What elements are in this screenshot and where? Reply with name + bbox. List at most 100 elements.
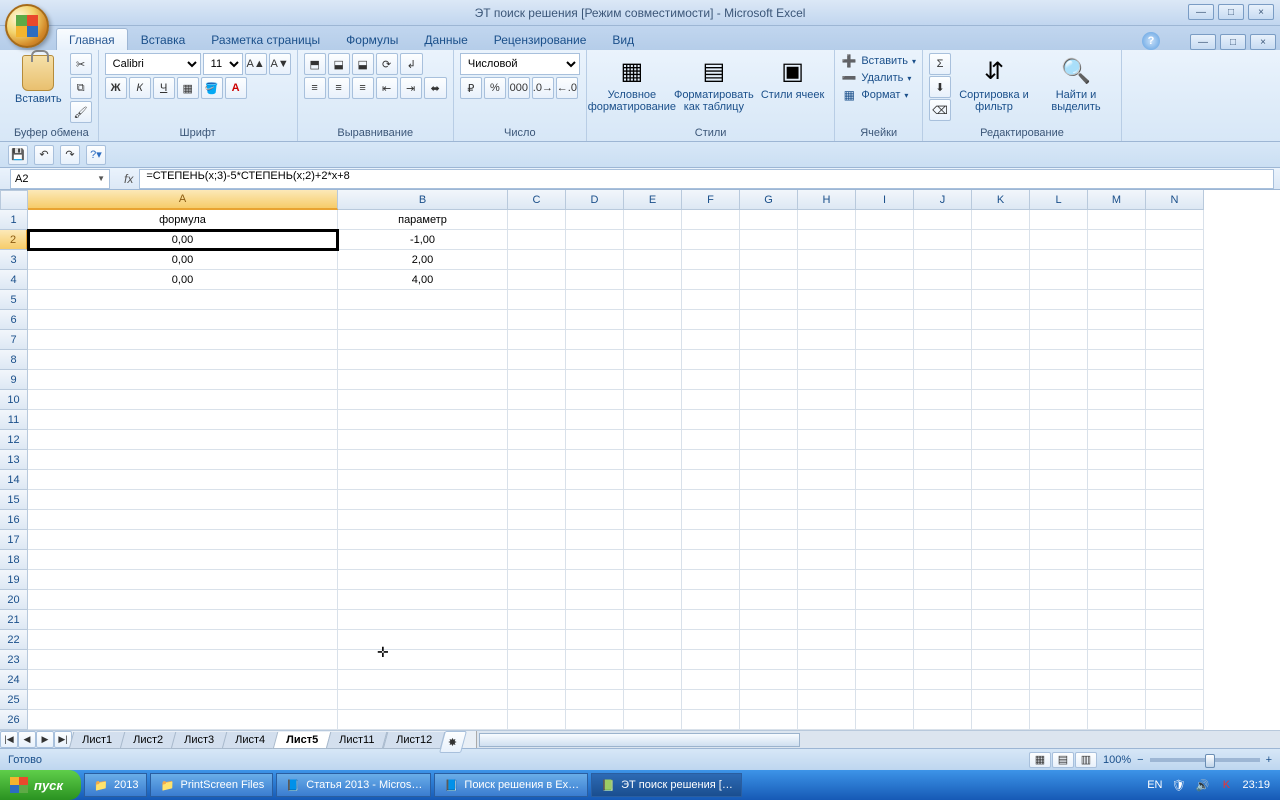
row-header[interactable]: 16 <box>0 510 28 530</box>
cell[interactable] <box>972 690 1030 710</box>
cell[interactable] <box>566 390 624 410</box>
taskbar-item[interactable]: 📘Поиск решения в Ex… <box>434 773 588 797</box>
tray-icon[interactable]: K <box>1218 777 1234 793</box>
cell[interactable] <box>914 570 972 590</box>
row-header[interactable]: 8 <box>0 350 28 370</box>
cell[interactable] <box>338 710 508 730</box>
cell[interactable] <box>682 250 740 270</box>
cell[interactable] <box>1146 430 1204 450</box>
cell[interactable] <box>508 490 566 510</box>
cell[interactable] <box>1088 490 1146 510</box>
cell[interactable] <box>566 690 624 710</box>
cell-styles-button[interactable]: ▣Стили ячеек <box>757 53 828 103</box>
cell[interactable] <box>566 570 624 590</box>
cell[interactable] <box>972 330 1030 350</box>
find-select-button[interactable]: 🔍Найти и выделить <box>1037 53 1115 115</box>
cell[interactable] <box>1088 570 1146 590</box>
cell[interactable] <box>1030 450 1088 470</box>
cell[interactable] <box>682 350 740 370</box>
cell[interactable] <box>682 550 740 570</box>
cell[interactable] <box>624 330 682 350</box>
cell[interactable]: параметр <box>338 210 508 230</box>
cell[interactable] <box>798 630 856 650</box>
cell[interactable] <box>1030 370 1088 390</box>
cell[interactable] <box>914 270 972 290</box>
cell[interactable] <box>798 310 856 330</box>
undo-button[interactable]: ↶ <box>34 145 54 165</box>
cell[interactable] <box>682 370 740 390</box>
ribbon-minimize-button[interactable]: — <box>1190 34 1216 50</box>
clear-button[interactable]: ⌫ <box>929 99 951 121</box>
column-header[interactable]: C <box>508 190 566 210</box>
cell[interactable] <box>338 510 508 530</box>
format-as-table-button[interactable]: ▤Форматировать как таблицу <box>675 53 753 115</box>
cell[interactable] <box>338 570 508 590</box>
cell[interactable] <box>682 590 740 610</box>
cell[interactable] <box>1088 690 1146 710</box>
cell[interactable] <box>566 270 624 290</box>
cell[interactable] <box>856 310 914 330</box>
cell[interactable] <box>508 230 566 250</box>
cell[interactable] <box>856 690 914 710</box>
cell[interactable] <box>914 590 972 610</box>
cell[interactable] <box>682 390 740 410</box>
cell[interactable] <box>1146 250 1204 270</box>
cell[interactable] <box>1088 350 1146 370</box>
cell[interactable]: 4,00 <box>338 270 508 290</box>
insert-cells-button[interactable]: ➕Вставить▾ <box>841 53 916 69</box>
cell[interactable] <box>566 370 624 390</box>
ribbon-tab-вставка[interactable]: Вставка <box>128 28 199 50</box>
cell[interactable] <box>856 430 914 450</box>
cell[interactable] <box>338 350 508 370</box>
cell[interactable] <box>914 310 972 330</box>
cell[interactable] <box>972 390 1030 410</box>
cell[interactable] <box>798 530 856 550</box>
cell[interactable] <box>508 290 566 310</box>
cell[interactable] <box>28 290 338 310</box>
cell[interactable] <box>682 710 740 730</box>
cell[interactable] <box>856 650 914 670</box>
autosum-button[interactable]: Σ <box>929 53 951 75</box>
cell[interactable] <box>972 510 1030 530</box>
fill-button[interactable]: ⬇ <box>929 76 951 98</box>
cell[interactable] <box>856 570 914 590</box>
cell[interactable]: 0,00 <box>28 230 338 250</box>
cell[interactable] <box>28 510 338 530</box>
cell[interactable] <box>566 430 624 450</box>
cell[interactable] <box>1146 610 1204 630</box>
row-header[interactable]: 25 <box>0 690 28 710</box>
cell[interactable] <box>624 470 682 490</box>
cell[interactable] <box>972 630 1030 650</box>
column-header[interactable]: L <box>1030 190 1088 210</box>
cell[interactable] <box>28 310 338 330</box>
cell[interactable] <box>566 550 624 570</box>
cell[interactable] <box>740 350 798 370</box>
cell[interactable] <box>566 290 624 310</box>
cell[interactable] <box>856 670 914 690</box>
sheet-tab[interactable]: Лист5 <box>273 732 332 749</box>
ribbon-tab-рецензирование[interactable]: Рецензирование <box>481 28 600 50</box>
cell[interactable] <box>740 230 798 250</box>
cell[interactable] <box>624 310 682 330</box>
cell[interactable] <box>1088 310 1146 330</box>
cell[interactable] <box>740 290 798 310</box>
cell[interactable] <box>338 670 508 690</box>
row-header[interactable]: 6 <box>0 310 28 330</box>
cell[interactable] <box>508 250 566 270</box>
cell[interactable] <box>338 370 508 390</box>
cell[interactable] <box>624 550 682 570</box>
cell[interactable] <box>1146 510 1204 530</box>
cell[interactable] <box>972 370 1030 390</box>
cell[interactable] <box>740 550 798 570</box>
cell[interactable] <box>856 350 914 370</box>
cell[interactable] <box>856 410 914 430</box>
cell[interactable] <box>1146 350 1204 370</box>
cell[interactable] <box>1088 610 1146 630</box>
cell[interactable] <box>624 250 682 270</box>
cell[interactable] <box>1030 290 1088 310</box>
cell[interactable] <box>1146 470 1204 490</box>
cell[interactable] <box>624 490 682 510</box>
cell[interactable] <box>28 650 338 670</box>
cell[interactable] <box>1088 430 1146 450</box>
cell[interactable] <box>972 230 1030 250</box>
